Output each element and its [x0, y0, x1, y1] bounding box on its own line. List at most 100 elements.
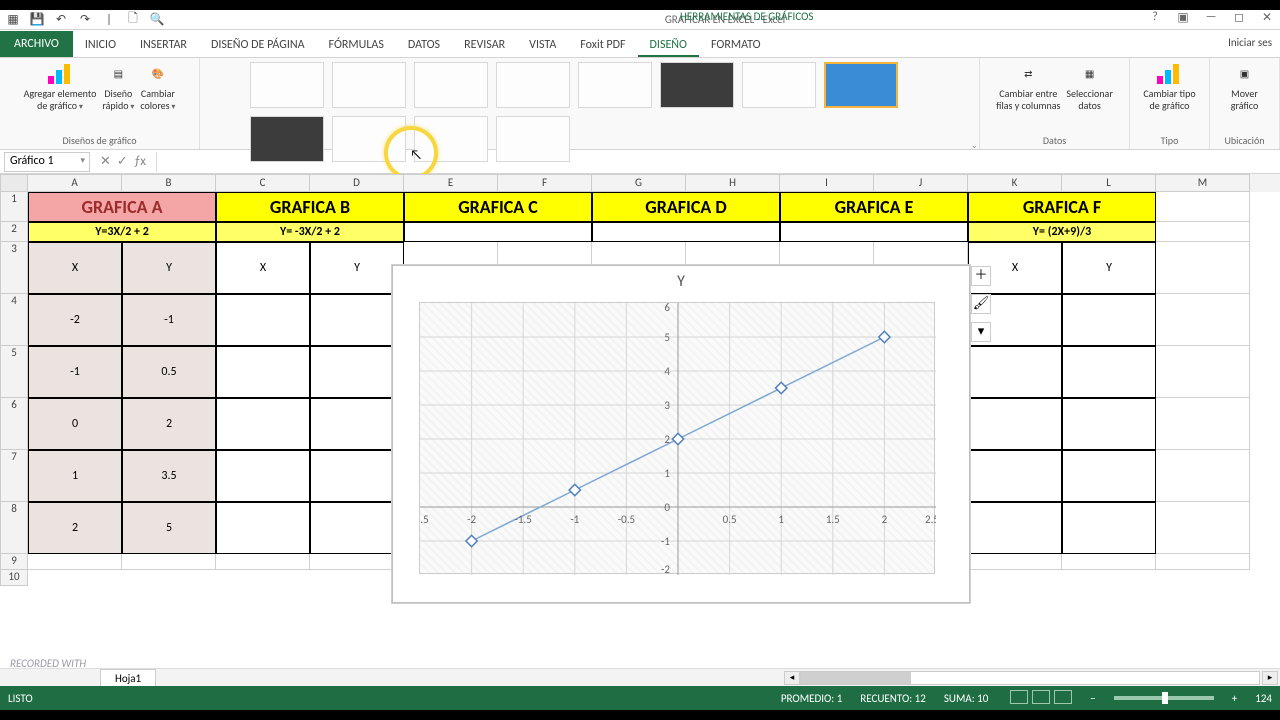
row-5[interactable]: 5	[0, 346, 28, 398]
cell-B8[interactable]: 5	[122, 502, 216, 554]
row-3[interactable]: 3	[0, 242, 28, 294]
redo-icon[interactable]: ↷	[78, 13, 92, 27]
change-chart-type-button[interactable]: Cambiar tipo de gráfico	[1143, 62, 1195, 111]
chart-style-10[interactable]	[332, 116, 406, 162]
row-1[interactable]: 1	[0, 192, 28, 222]
gallery-expand-icon[interactable]: ⌄	[971, 141, 979, 149]
chart-style-5[interactable]	[578, 62, 652, 108]
cell-B5[interactable]: 0.5	[122, 346, 216, 398]
col-D[interactable]: D	[310, 174, 404, 192]
col-L[interactable]: L	[1062, 174, 1156, 192]
hscroll-track[interactable]	[800, 671, 1260, 685]
row-6[interactable]: 6	[0, 398, 28, 450]
cancel-icon[interactable]: ✕	[100, 154, 111, 169]
chart-style-11[interactable]	[414, 116, 488, 162]
cell-C3[interactable]: X	[216, 242, 310, 294]
col-G[interactable]: G	[592, 174, 686, 192]
zoom-value[interactable]: 124	[1255, 692, 1272, 705]
tab-insert[interactable]: INSERTAR	[128, 32, 199, 57]
tab-review[interactable]: REVISAR	[452, 32, 517, 57]
col-H[interactable]: H	[686, 174, 780, 192]
cell-grafica-b[interactable]: GRAFICA B	[216, 192, 404, 222]
minimize-icon[interactable]: —	[1202, 10, 1220, 25]
chart-style-1[interactable]	[250, 62, 324, 108]
chart-style-12[interactable]	[496, 116, 570, 162]
cell-L3[interactable]: Y	[1062, 242, 1156, 294]
chart-style-9[interactable]	[250, 116, 324, 162]
cell-D3[interactable]: Y	[310, 242, 404, 294]
col-E[interactable]: E	[404, 174, 498, 192]
zoom-slider[interactable]	[1114, 696, 1214, 700]
cell-A4[interactable]: -2	[28, 294, 122, 346]
plot-area[interactable]: 654 321 0-1-2 -2.5-2-1.5 -1-0.5 0.511.5 …	[419, 302, 935, 574]
cell-eq-f[interactable]: Y= (2X+9)/3	[968, 222, 1156, 242]
col-B[interactable]: B	[122, 174, 216, 192]
cell-B7[interactable]: 3.5	[122, 450, 216, 502]
enter-icon[interactable]: ✓	[117, 154, 128, 169]
chart-style-6[interactable]	[660, 62, 734, 108]
cell-A7[interactable]: 1	[28, 450, 122, 502]
help-icon[interactable]: ?	[1146, 10, 1164, 25]
scroll-right-icon[interactable]: ▸	[1262, 671, 1278, 685]
cell-B3[interactable]: Y	[122, 242, 216, 294]
row-7[interactable]: 7	[0, 450, 28, 502]
cell-eq-a[interactable]: Y=3X/2 + 2	[28, 222, 216, 242]
row-4[interactable]: 4	[0, 294, 28, 346]
tab-format[interactable]: FORMATO	[699, 32, 773, 57]
tab-formulas[interactable]: FÓRMULAS	[317, 32, 396, 57]
add-chart-element-button[interactable]: Agregar elemento de gráfico	[24, 62, 97, 112]
tab-page-layout[interactable]: DISEÑO DE PÁGINA	[199, 32, 317, 57]
col-I[interactable]: I	[780, 174, 874, 192]
col-J[interactable]: J	[874, 174, 968, 192]
select-all-cell[interactable]	[0, 174, 28, 192]
new-icon[interactable]: 🗋	[126, 13, 140, 27]
chart-plus-button[interactable]: ＋	[971, 266, 991, 286]
chart-brush-button[interactable]: 🖌	[971, 294, 991, 314]
cell-A6[interactable]: 0	[28, 398, 122, 450]
cell-grafica-a[interactable]: GRAFICA A	[28, 192, 216, 222]
cell-B4[interactable]: -1	[122, 294, 216, 346]
chart-style-8-selected[interactable]	[824, 62, 898, 108]
cell-A3[interactable]: X	[28, 242, 122, 294]
zoom-out-icon[interactable]: −	[1090, 692, 1095, 705]
cell-B6[interactable]: 2	[122, 398, 216, 450]
sign-in-link[interactable]: Iniciar ses	[1228, 36, 1272, 49]
chart-filter-button[interactable]: ▾	[971, 322, 991, 342]
chart-style-3[interactable]	[414, 62, 488, 108]
tab-file[interactable]: ARCHIVO	[0, 31, 73, 57]
row-2[interactable]: 2	[0, 222, 28, 242]
cell-grafica-c[interactable]: GRAFICA C	[404, 192, 592, 222]
cell-grafica-e[interactable]: GRAFICA E	[780, 192, 968, 222]
row-10[interactable]: 10	[0, 570, 28, 586]
move-chart-button[interactable]: ▣ Mover gráfico	[1231, 62, 1259, 111]
scroll-left-icon[interactable]: ◂	[784, 671, 800, 685]
cell-M1[interactable]	[1156, 192, 1250, 222]
change-colors-button[interactable]: 🎨 Cambiar colores	[140, 62, 175, 112]
col-C[interactable]: C	[216, 174, 310, 192]
col-K[interactable]: K	[968, 174, 1062, 192]
chart-object[interactable]: Y	[392, 265, 970, 603]
name-box[interactable]: Gráfico 1	[4, 152, 90, 172]
row-8[interactable]: 8	[0, 502, 28, 554]
chart-style-7[interactable]	[742, 62, 816, 108]
zoom-in-icon[interactable]: +	[1232, 692, 1237, 705]
chart-style-2[interactable]	[332, 62, 406, 108]
restore-icon[interactable]: ◻	[1230, 10, 1248, 25]
cell-eq-d[interactable]	[592, 222, 780, 242]
cell-M2[interactable]	[1156, 222, 1250, 242]
hscroll-thumb[interactable]	[801, 672, 911, 684]
chart-style-4[interactable]	[496, 62, 570, 108]
view-mode-icons[interactable]	[1006, 690, 1072, 707]
chart-title[interactable]: Y	[393, 266, 969, 291]
save-icon[interactable]: 💾	[30, 13, 44, 27]
cell-A5[interactable]: -1	[28, 346, 122, 398]
cell-eq-e[interactable]	[780, 222, 968, 242]
col-A[interactable]: A	[28, 174, 122, 192]
select-data-button[interactable]: ▦ Seleccionar datos	[1066, 62, 1112, 111]
undo-icon[interactable]: ↶	[54, 13, 68, 27]
cell-grafica-f[interactable]: GRAFICA F	[968, 192, 1156, 222]
col-M[interactable]: M	[1156, 174, 1250, 192]
cell-grafica-d[interactable]: GRAFICA D	[592, 192, 780, 222]
fx-icon[interactable]: ƒx	[134, 154, 146, 169]
row-9[interactable]: 9	[0, 554, 28, 570]
